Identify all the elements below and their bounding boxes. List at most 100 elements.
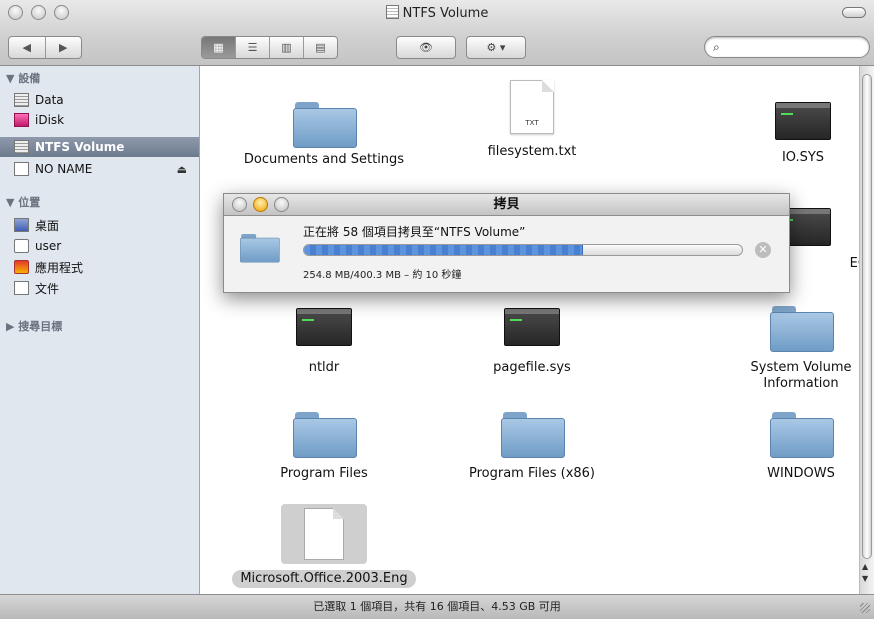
sidebar-item-label: 文件: [35, 281, 60, 296]
sidebar-item-idisk[interactable]: iDisk: [0, 110, 199, 130]
text-file-icon: TXT: [510, 80, 554, 134]
sidebar-item-label: 應用程式: [35, 260, 84, 275]
eject-icon[interactable]: ⏏: [177, 163, 187, 176]
dialog-title: 拷貝: [493, 197, 520, 212]
disk-icon: [14, 93, 29, 107]
sidebar-item-ntfs-volume[interactable]: NTFS Volume: [0, 137, 199, 157]
sidebar-section-search[interactable]: ▶ 搜尋目標: [6, 318, 62, 334]
forward-icon[interactable]: ▶: [46, 37, 82, 58]
sidebar-item-label: iDisk: [35, 113, 65, 127]
applications-icon: [14, 260, 29, 274]
folder-icon: [293, 102, 357, 148]
copy-progress-bar: [303, 244, 743, 256]
file-name: WINDOWS: [767, 466, 835, 481]
sidebar-item-user[interactable]: user: [0, 236, 199, 256]
sidebar-item-no-name[interactable]: NO NAME ⏏: [0, 159, 199, 179]
window-title-text: NTFS Volume: [402, 6, 489, 21]
document-icon: [281, 504, 367, 564]
dialog-window-controls: [232, 197, 289, 212]
sidebar-item-applications[interactable]: 應用程式: [0, 257, 199, 277]
file-item[interactable]: WINDOWS: [731, 412, 871, 482]
idisk-icon: [14, 113, 29, 127]
file-name: System Volume Information: [750, 360, 852, 391]
sidebar-item-label: NO NAME: [35, 162, 93, 176]
volume-icon: [385, 5, 399, 19]
file-item[interactable]: System Volume Information: [731, 306, 871, 392]
sidebar-item-label: NTFS Volume: [35, 140, 125, 154]
file-name: Microsoft.Office.2003.Eng: [232, 570, 416, 588]
resize-grip-icon[interactable]: [860, 603, 870, 613]
sidebar-item-label: 桌面: [35, 218, 60, 233]
status-text: 已選取 1 個項目，共有 16 個項目、4.53 GB 可用: [313, 600, 561, 613]
quick-look-button[interactable]: 👁: [396, 36, 456, 59]
removable-disk-icon: [14, 162, 29, 176]
copy-message: 正在將 58 個項目拷貝至“NTFS Volume”: [303, 225, 526, 239]
sidebar-item-label: user: [35, 239, 62, 253]
file-name: ntldr: [308, 360, 340, 375]
sidebar-item-label: Data: [35, 93, 64, 107]
sidebar-item-data[interactable]: Data: [0, 90, 199, 110]
toolbar-toggle-button[interactable]: [842, 7, 866, 18]
folder-icon: [293, 412, 357, 458]
search-icon: ⌕: [713, 40, 720, 54]
gear-icon: ⚙ ▾: [486, 41, 506, 54]
copy-detail: 254.8 MB/400.3 MB – 約 10 秒鐘: [303, 270, 462, 281]
file-name: Documents and Settings: [243, 152, 405, 167]
desktop-icon: [14, 218, 29, 232]
sidebar-section-places[interactable]: ▼ 位置: [6, 194, 40, 210]
stop-copy-icon[interactable]: ✕: [755, 242, 771, 258]
dialog-close-button[interactable]: [232, 197, 247, 212]
file-name: filesystem.txt: [487, 144, 577, 159]
back-icon[interactable]: ◀: [9, 37, 46, 58]
back-forward-control: ◀ ▶: [8, 36, 82, 59]
dialog-zoom-button[interactable]: [274, 197, 289, 212]
file-name: IO.SYS: [781, 150, 825, 165]
file-name: Program Files: [280, 466, 368, 481]
disk-icon: [14, 140, 29, 154]
icon-view-button[interactable]: ▦: [202, 37, 236, 58]
file-item[interactable]: Program Files: [219, 412, 429, 482]
scroll-thumb[interactable]: [862, 74, 872, 559]
folder-icon: [240, 234, 280, 263]
action-menu-button[interactable]: ⚙ ▾: [466, 36, 526, 59]
home-icon: [14, 239, 29, 253]
file-item-selected[interactable]: Microsoft.Office.2003.Eng: [219, 504, 429, 588]
file-item[interactable]: TXT filesystem.txt: [427, 80, 637, 160]
dialog-titlebar: 拷貝: [224, 194, 789, 216]
file-type-badge: TXT: [525, 119, 539, 127]
file-item[interactable]: ntldr: [219, 304, 429, 376]
status-bar: 已選取 1 個項目，共有 16 個項目、4.53 GB 可用: [0, 594, 874, 619]
column-view-button[interactable]: ▥: [270, 37, 304, 58]
sidebar: ▼ 設備 Data iDisk NTFS Volume NO NAME ⏏ ▼ …: [0, 66, 200, 594]
system-file-icon: [775, 102, 831, 140]
sidebar-section-devices[interactable]: ▼ 設備: [6, 70, 40, 86]
view-mode-control: ▦ ☰ ▥ ▤: [201, 36, 338, 59]
list-view-button[interactable]: ☰: [236, 37, 270, 58]
file-item[interactable]: pagefile.sys: [427, 304, 637, 376]
dialog-minimize-button[interactable]: [253, 197, 268, 212]
vertical-scrollbar[interactable]: ▲ ▼: [859, 66, 874, 594]
file-item[interactable]: Program Files (x86): [427, 412, 637, 482]
file-item[interactable]: Documents and Settings: [219, 102, 429, 168]
file-icon-view: Documents and Settings TXT filesystem.tx…: [201, 66, 874, 594]
window-toolbar: NTFS Volume ◀ ▶ ▦ ☰ ▥ ▤ 👁 ⚙ ▾ ⌕: [0, 0, 874, 66]
progress-fill: [304, 245, 583, 255]
window-title: NTFS Volume: [0, 5, 874, 21]
file-name: pagefile.sys: [493, 360, 571, 375]
copy-progress-dialog: 拷貝 正在將 58 個項目拷貝至“NTFS Volume” ✕ 254.8 MB…: [223, 193, 790, 293]
system-file-icon: [296, 308, 352, 346]
system-file-icon: [504, 308, 560, 346]
folder-icon: [770, 306, 834, 352]
folder-icon: [770, 412, 834, 458]
documents-icon: [14, 281, 29, 295]
scroll-up-icon[interactable]: ▲: [862, 562, 868, 571]
scroll-down-icon[interactable]: ▼: [862, 574, 868, 583]
sidebar-item-documents[interactable]: 文件: [0, 278, 199, 298]
folder-icon: [501, 412, 565, 458]
file-item[interactable]: IO.SYS: [698, 98, 874, 166]
eye-icon: 👁: [419, 41, 433, 54]
sidebar-item-desktop[interactable]: 桌面: [0, 215, 199, 235]
coverflow-view-button[interactable]: ▤: [304, 37, 337, 58]
search-input[interactable]: ⌕: [704, 36, 870, 58]
file-name: Program Files (x86): [468, 466, 596, 481]
